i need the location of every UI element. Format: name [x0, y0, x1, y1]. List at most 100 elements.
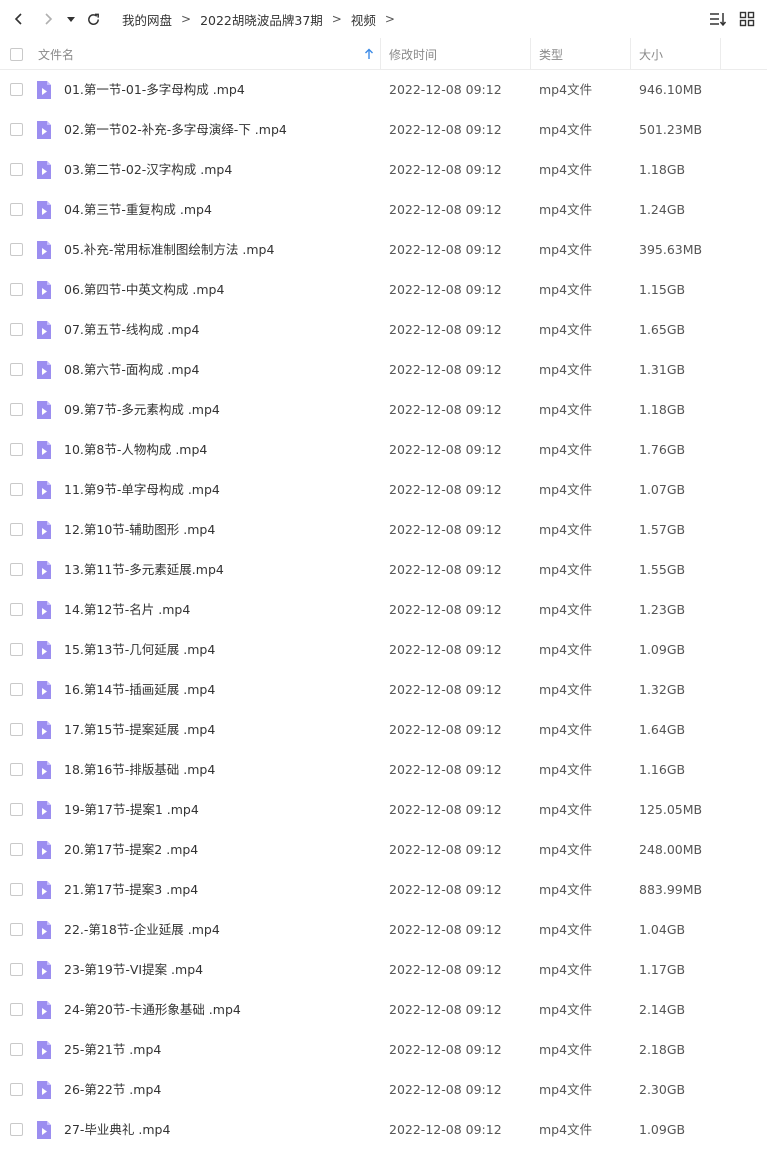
file-row[interactable]: 01.第一节-01-多字母构成 .mp4 2022-12-08 09:12 mp… — [0, 70, 767, 110]
refresh-button[interactable] — [82, 8, 104, 30]
select-all-checkbox[interactable] — [10, 47, 23, 61]
row-checkbox[interactable] — [10, 1043, 23, 1056]
file-row[interactable]: 08.第六节-面构成 .mp4 2022-12-08 09:12 mp4文件 1… — [0, 350, 767, 390]
column-divider[interactable] — [630, 38, 631, 70]
file-row[interactable]: 16.第14节-插画延展 .mp4 2022-12-08 09:12 mp4文件… — [0, 670, 767, 710]
breadcrumb: 我的网盘 > 2022胡晓波品牌37期 > 视频 > — [122, 0, 404, 38]
file-row[interactable]: 04.第三节-重复构成 .mp4 2022-12-08 09:12 mp4文件 … — [0, 190, 767, 230]
file-row[interactable]: 21.第17节-提案3 .mp4 2022-12-08 09:12 mp4文件 … — [0, 870, 767, 910]
file-row[interactable]: 18.第16节-排版基础 .mp4 2022-12-08 09:12 mp4文件… — [0, 750, 767, 790]
file-type: mp4文件 — [539, 162, 593, 177]
row-checkbox[interactable] — [10, 363, 23, 376]
row-checkbox[interactable] — [10, 563, 23, 576]
row-checkbox[interactable] — [10, 843, 23, 856]
file-name: 13.第11节-多元素延展.mp4 — [64, 562, 224, 577]
video-file-icon — [37, 361, 51, 379]
column-divider[interactable] — [530, 38, 531, 70]
row-checkbox[interactable] — [10, 123, 23, 136]
file-type: mp4文件 — [539, 802, 593, 817]
file-row[interactable]: 26-第22节 .mp4 2022-12-08 09:12 mp4文件 2.30… — [0, 1070, 767, 1110]
row-checkbox[interactable] — [10, 923, 23, 936]
file-row[interactable]: 24-第20节-卡通形象基础 .mp4 2022-12-08 09:12 mp4… — [0, 990, 767, 1030]
file-row[interactable]: 25-第21节 .mp4 2022-12-08 09:12 mp4文件 2.18… — [0, 1030, 767, 1070]
row-checkbox[interactable] — [10, 443, 23, 456]
file-row[interactable]: 20.第17节-提案2 .mp4 2022-12-08 09:12 mp4文件 … — [0, 830, 767, 870]
breadcrumb-item-course[interactable]: 2022胡晓波品牌37期 — [200, 10, 323, 29]
file-row[interactable]: 23-第19节-VI提案 .mp4 2022-12-08 09:12 mp4文件… — [0, 950, 767, 990]
file-row[interactable]: 10.第8节-人物构成 .mp4 2022-12-08 09:12 mp4文件 … — [0, 430, 767, 470]
row-checkbox[interactable] — [10, 83, 23, 96]
row-checkbox[interactable] — [10, 523, 23, 536]
row-checkbox[interactable] — [10, 403, 23, 416]
file-size: 1.76GB — [639, 442, 686, 457]
file-size: 1.18GB — [639, 162, 686, 177]
video-file-icon — [37, 961, 51, 979]
column-size[interactable]: 大小 — [639, 38, 663, 70]
file-modified: 2022-12-08 09:12 — [389, 522, 502, 537]
column-type[interactable]: 类型 — [539, 38, 563, 70]
file-row[interactable]: 07.第五节-线构成 .mp4 2022-12-08 09:12 mp4文件 1… — [0, 310, 767, 350]
row-checkbox[interactable] — [10, 683, 23, 696]
sort-button[interactable] — [707, 8, 729, 30]
file-row[interactable]: 02.第一节02-补充-多字母演绎-下 .mp4 2022-12-08 09:1… — [0, 110, 767, 150]
grid-view-button[interactable] — [736, 8, 758, 30]
video-file-icon — [37, 281, 51, 299]
column-divider[interactable] — [380, 38, 381, 70]
row-checkbox[interactable] — [10, 323, 23, 336]
file-row[interactable]: 11.第9节-单字母构成 .mp4 2022-12-08 09:12 mp4文件… — [0, 470, 767, 510]
row-checkbox[interactable] — [10, 483, 23, 496]
file-type: mp4文件 — [539, 842, 593, 857]
column-name[interactable]: 文件名 — [38, 38, 380, 70]
row-checkbox[interactable] — [10, 1083, 23, 1096]
breadcrumb-item-root[interactable]: 我的网盘 — [122, 10, 172, 29]
row-checkbox[interactable] — [10, 963, 23, 976]
file-row[interactable]: 13.第11节-多元素延展.mp4 2022-12-08 09:12 mp4文件… — [0, 550, 767, 590]
file-modified: 2022-12-08 09:12 — [389, 282, 502, 297]
file-name: 10.第8节-人物构成 .mp4 — [64, 442, 208, 457]
file-row[interactable]: 19-第17节-提案1 .mp4 2022-12-08 09:12 mp4文件 … — [0, 790, 767, 830]
row-checkbox[interactable] — [10, 763, 23, 776]
file-name: 09.第7节-多元素构成 .mp4 — [64, 402, 220, 417]
row-checkbox[interactable] — [10, 1123, 23, 1136]
file-row[interactable]: 06.第四节-中英文构成 .mp4 2022-12-08 09:12 mp4文件… — [0, 270, 767, 310]
row-checkbox[interactable] — [10, 883, 23, 896]
file-row[interactable]: 12.第10节-辅助图形 .mp4 2022-12-08 09:12 mp4文件… — [0, 510, 767, 550]
file-row[interactable]: 17.第15节-提案延展 .mp4 2022-12-08 09:12 mp4文件… — [0, 710, 767, 750]
file-type: mp4文件 — [539, 722, 593, 737]
row-checkbox[interactable] — [10, 203, 23, 216]
file-row[interactable]: 14.第12节-名片 .mp4 2022-12-08 09:12 mp4文件 1… — [0, 590, 767, 630]
back-button[interactable] — [8, 8, 30, 30]
caret-down-icon — [67, 17, 75, 22]
file-size: 1.23GB — [639, 602, 686, 617]
file-type: mp4文件 — [539, 602, 593, 617]
row-checkbox[interactable] — [10, 1003, 23, 1016]
file-row[interactable]: 27-毕业典礼 .mp4 2022-12-08 09:12 mp4文件 1.09… — [0, 1110, 767, 1150]
file-row[interactable]: 15.第13节-几何延展 .mp4 2022-12-08 09:12 mp4文件… — [0, 630, 767, 670]
sort-ascending-icon — [365, 48, 373, 59]
breadcrumb-item-video[interactable]: 视频 — [351, 10, 376, 29]
file-row[interactable]: 09.第7节-多元素构成 .mp4 2022-12-08 09:12 mp4文件… — [0, 390, 767, 430]
row-checkbox[interactable] — [10, 803, 23, 816]
row-checkbox[interactable] — [10, 243, 23, 256]
row-checkbox[interactable] — [10, 643, 23, 656]
row-checkbox[interactable] — [10, 723, 23, 736]
row-checkbox[interactable] — [10, 163, 23, 176]
file-row[interactable]: 22.-第18节-企业延展 .mp4 2022-12-08 09:12 mp4文… — [0, 910, 767, 950]
file-name: 01.第一节-01-多字母构成 .mp4 — [64, 82, 245, 97]
row-checkbox[interactable] — [10, 283, 23, 296]
file-size: 1.64GB — [639, 722, 686, 737]
column-divider[interactable] — [720, 38, 721, 70]
file-modified: 2022-12-08 09:12 — [389, 802, 502, 817]
row-checkbox[interactable] — [10, 603, 23, 616]
video-file-icon — [37, 201, 51, 219]
file-row[interactable]: 05.补充-常用标准制图绘制方法 .mp4 2022-12-08 09:12 m… — [0, 230, 767, 270]
file-row[interactable]: 03.第二节-02-汉字构成 .mp4 2022-12-08 09:12 mp4… — [0, 150, 767, 190]
file-name: 05.补充-常用标准制图绘制方法 .mp4 — [64, 242, 275, 257]
file-type: mp4文件 — [539, 402, 593, 417]
video-file-icon — [37, 81, 51, 99]
column-modified[interactable]: 修改时间 — [389, 38, 437, 70]
file-type: mp4文件 — [539, 1082, 593, 1097]
file-modified: 2022-12-08 09:12 — [389, 882, 502, 897]
history-dropdown-button[interactable] — [63, 8, 79, 30]
forward-button[interactable] — [37, 8, 59, 30]
